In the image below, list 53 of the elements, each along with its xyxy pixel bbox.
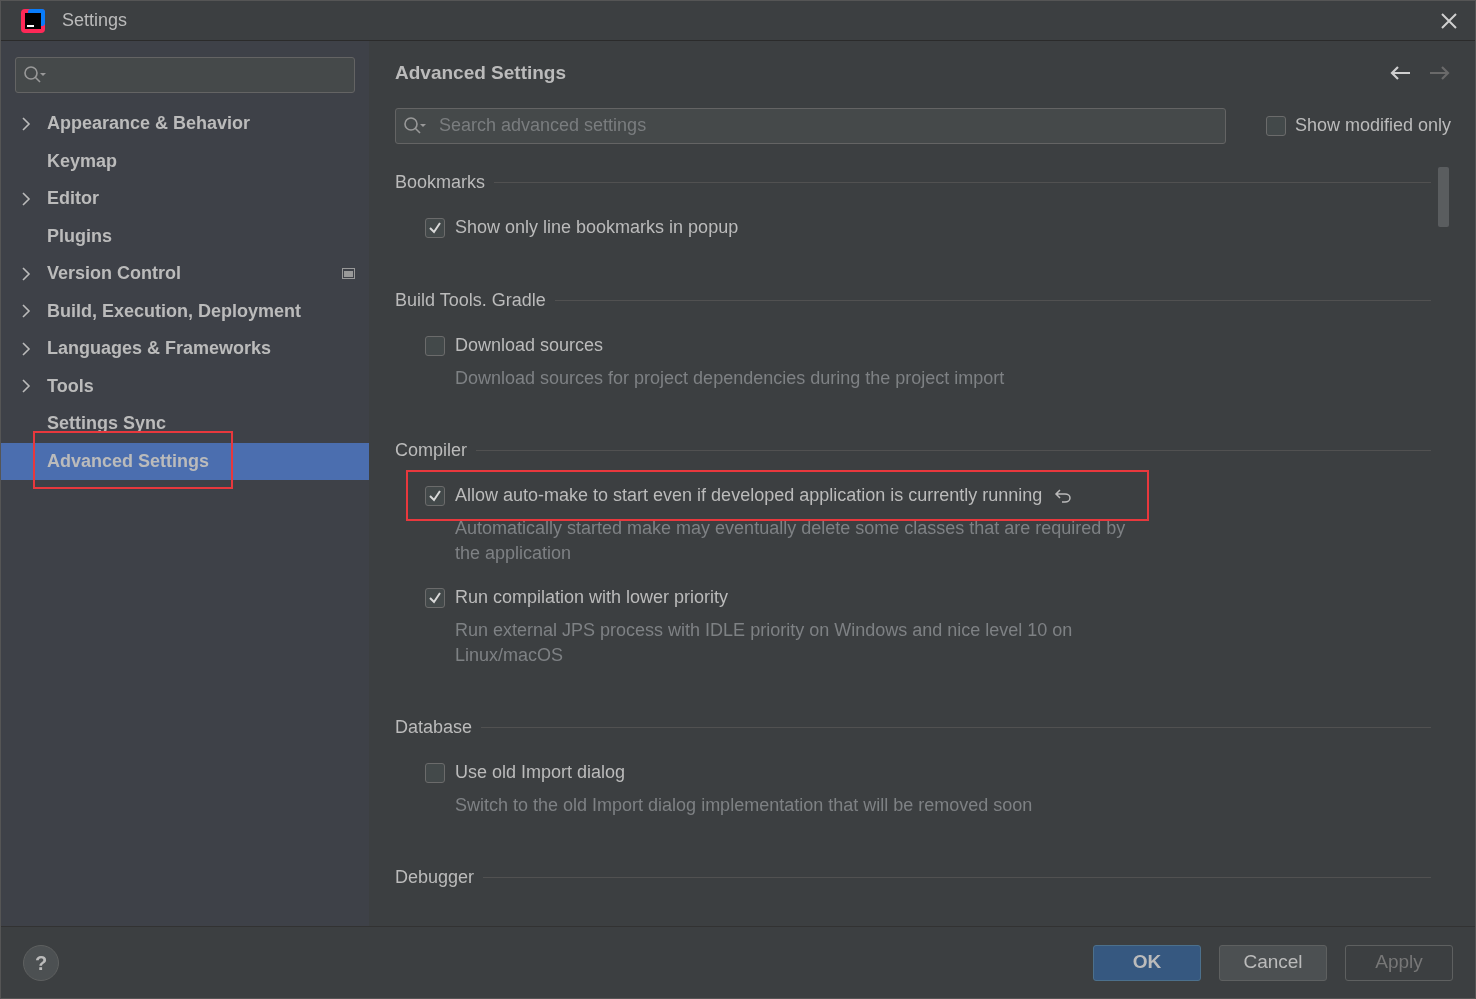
- chevron-right-icon: [21, 116, 31, 131]
- checkbox-label[interactable]: Download sources: [455, 332, 604, 359]
- search-icon: [23, 65, 47, 85]
- page-title: Advanced Settings: [395, 61, 567, 85]
- checkbox[interactable]: [1265, 115, 1286, 136]
- checkmark-icon: [428, 590, 442, 605]
- checkbox-label[interactable]: Allow auto-make to start even if developed application is currently running: [455, 482, 1043, 509]
- sidebar-item[interactable]: Appearance & Behavior: [1, 105, 369, 143]
- checkbox[interactable]: [425, 335, 445, 356]
- sidebar-item[interactable]: Languages & Frameworks: [1, 330, 369, 368]
- chevron-right-icon: [21, 379, 31, 394]
- checkbox[interactable]: [425, 217, 445, 238]
- setting-description: Switch to the old Import dialog implementation that will be removed soon: [455, 793, 1034, 817]
- checkbox[interactable]: [425, 762, 445, 783]
- dialog-button[interactable]: OK: [1093, 944, 1201, 981]
- sidebar-item[interactable]: Editor: [1, 180, 369, 218]
- sidebar-item[interactable]: Plugins: [1, 217, 369, 255]
- reset-icon[interactable]: [1054, 487, 1073, 504]
- search-icon: [403, 115, 427, 136]
- app-logo-icon: [20, 7, 46, 34]
- help-button[interactable]: ?: [23, 944, 59, 981]
- window-icon: [342, 268, 355, 280]
- setting-description: Automatically started make may eventually delete some classes that are required by the application: [455, 516, 1127, 565]
- checkbox-label[interactable]: Show modified only: [1294, 112, 1451, 139]
- chevron-right-icon: [21, 341, 31, 356]
- sidebar-search-field[interactable]: [15, 57, 355, 93]
- sidebar-item[interactable]: Keymap: [1, 142, 369, 180]
- setting-description: Download sources for project dependencies during the project import: [455, 366, 1006, 390]
- sidebar-item[interactable]: Version Control: [1, 255, 369, 293]
- section-title: Database: [395, 716, 473, 739]
- checkbox-label[interactable]: Run compilation with lower priority: [455, 584, 729, 611]
- scrollbar-thumb[interactable]: [1438, 167, 1449, 227]
- checkmark-icon: [428, 220, 442, 235]
- checkbox[interactable]: [425, 587, 445, 608]
- section-title: Debugger: [395, 866, 475, 889]
- section-title: Bookmarks: [395, 171, 486, 194]
- chevron-right-icon: [21, 266, 31, 281]
- setting-description: Run external JPS process with IDLE priority on Windows and nice level 10 on Linux/macOS: [455, 618, 1074, 667]
- checkbox-label[interactable]: Use old Import dialog: [455, 759, 626, 786]
- chevron-right-icon: [21, 304, 31, 319]
- sidebar-item[interactable]: Build, Execution, Deployment: [1, 292, 369, 330]
- chevron-right-icon: [21, 191, 31, 206]
- dialog-button[interactable]: Cancel: [1219, 944, 1327, 981]
- close-icon: [1440, 11, 1458, 30]
- checkbox-label[interactable]: Show only line bookmarks in popup: [455, 214, 739, 241]
- checkbox[interactable]: [425, 485, 445, 506]
- window-title: Settings: [62, 9, 128, 32]
- section-title: Compiler: [395, 439, 468, 462]
- checkmark-icon: [428, 488, 442, 503]
- sidebar-item[interactable]: Tools: [1, 367, 369, 405]
- section-title: Build Tools. Gradle: [395, 289, 546, 312]
- sidebar-item[interactable]: Settings Sync: [1, 405, 369, 443]
- back-arrow-icon[interactable]: [1389, 65, 1411, 82]
